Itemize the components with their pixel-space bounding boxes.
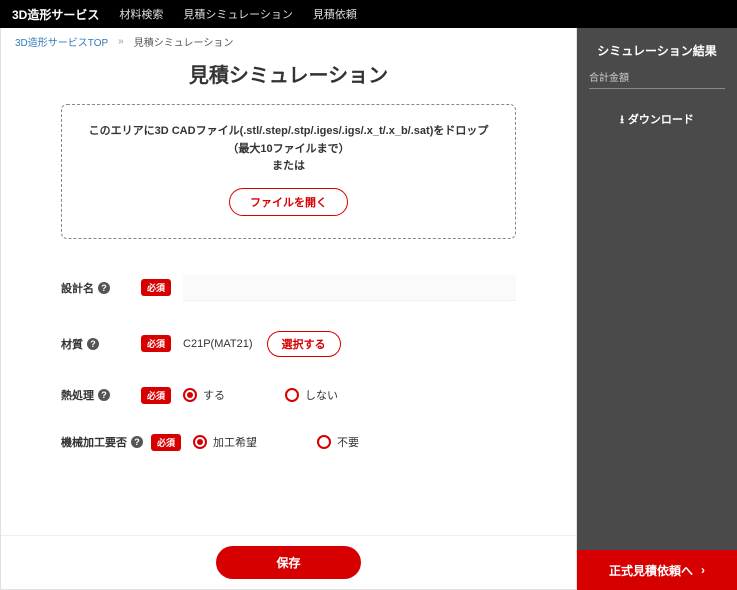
save-button[interactable]: 保存: [216, 546, 360, 579]
heat-no-radio[interactable]: しない: [285, 387, 338, 403]
material-label: 材質 ?: [61, 336, 141, 352]
help-icon[interactable]: ?: [98, 282, 110, 294]
drop-line3: または: [82, 158, 495, 176]
total-amount-row: 合計金額: [589, 69, 725, 89]
radio-empty-icon: [317, 435, 331, 449]
machining-no-radio[interactable]: 不要: [317, 434, 359, 450]
required-badge: 必須: [141, 387, 171, 404]
nav-simulation[interactable]: 見積シミュレーション: [183, 6, 293, 22]
help-icon[interactable]: ?: [131, 436, 143, 448]
drop-line1: このエリアに3D CADファイル(.stl/.step/.stp/.iges/.…: [82, 123, 495, 141]
material-value: C21P(MAT21): [183, 338, 252, 350]
design-name-input[interactable]: [183, 275, 516, 301]
nav-material-search[interactable]: 材料検索: [119, 6, 163, 22]
breadcrumb-sep: »: [118, 36, 124, 47]
heat-yes-radio[interactable]: する: [183, 387, 225, 403]
download-icon: ⭳: [620, 114, 624, 126]
required-badge: 必須: [141, 335, 171, 352]
breadcrumb: 3D造形サービスTOP » 見積シミュレーション: [1, 28, 576, 55]
brand: 3D造形サービス: [12, 6, 99, 23]
chevron-right-icon: ›: [701, 563, 705, 577]
sidebar-title: シミュレーション結果: [577, 28, 737, 69]
drop-line2: （最大10ファイルまで）: [82, 141, 495, 159]
nav-quote-request[interactable]: 見積依頼: [313, 6, 357, 22]
top-nav: 3D造形サービス 材料検索 見積シミュレーション 見積依頼: [0, 0, 737, 28]
machining-yes-radio[interactable]: 加工希望: [193, 434, 257, 450]
help-icon[interactable]: ?: [98, 389, 110, 401]
file-drop-area[interactable]: このエリアに3D CADファイル(.stl/.step/.stp/.iges/.…: [61, 104, 516, 239]
result-sidebar: シミュレーション結果 合計金額 ⭳ダウンロード 正式見積依頼へ ›: [577, 28, 737, 590]
total-label: 合計金額: [589, 73, 629, 84]
file-open-button[interactable]: ファイルを開く: [229, 188, 348, 216]
formal-quote-button[interactable]: 正式見積依頼へ ›: [577, 550, 737, 590]
heat-label: 熱処理 ?: [61, 387, 141, 403]
material-select-button[interactable]: 選択する: [267, 331, 341, 357]
design-name-label: 設計名 ?: [61, 280, 141, 296]
help-icon[interactable]: ?: [87, 338, 99, 350]
machining-label: 機械加工要否 ?: [61, 434, 151, 450]
radio-empty-icon: [285, 388, 299, 402]
download-button[interactable]: ⭳ダウンロード: [577, 111, 737, 130]
required-badge: 必須: [151, 434, 181, 451]
breadcrumb-current: 見積シミュレーション: [134, 34, 234, 49]
page-title: 見積シミュレーション: [1, 55, 576, 104]
radio-selected-icon: [183, 388, 197, 402]
main-footer: 保存: [1, 535, 576, 589]
required-badge: 必須: [141, 279, 171, 296]
radio-selected-icon: [193, 435, 207, 449]
main-panel: 3D造形サービスTOP » 見積シミュレーション 見積シミュレーション このエリ…: [0, 28, 577, 590]
breadcrumb-top-link[interactable]: 3D造形サービスTOP: [15, 34, 108, 49]
